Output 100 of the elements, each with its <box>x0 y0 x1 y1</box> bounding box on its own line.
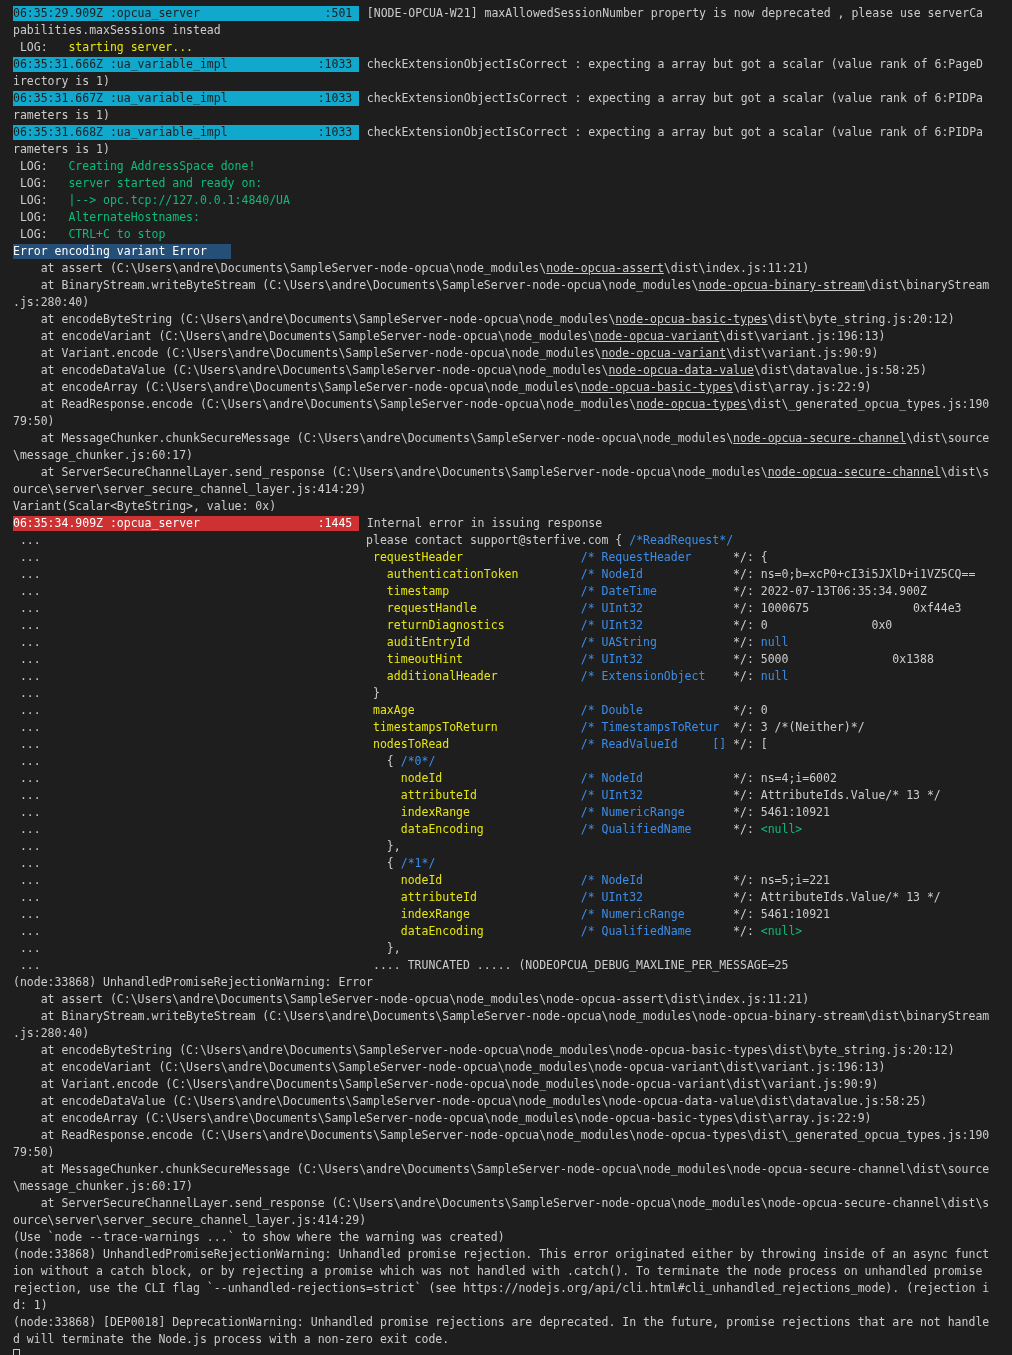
log-message: starting server... <box>68 39 193 56</box>
stack-trace-line: at MessageChunker.chunkSecureMessage (C:\Users\andre\Documents\SampleServer-node-opcua\node_modules\node-opcua-secure-channel\dist\source <box>39 430 990 447</box>
ellipsis-marker: ... <box>19 924 41 938</box>
field-name: attributeId <box>399 788 477 802</box>
module-link[interactable]: node-opcua-secure-channel <box>767 465 941 479</box>
terminal-line: Variant(Scalar<ByteString>, value: 0x) <box>13 498 277 515</box>
field-name: auditEntryId <box>385 635 470 649</box>
stack-trace-line: at encodeVariant (C:\Users\andre\Documents\SampleServer-node-opcua\node_modules\node-opcua-variant\dist\variant.js:196:13) <box>39 328 886 345</box>
field-name: timestamp <box>385 584 450 598</box>
module-link[interactable]: node-opcua-variant <box>594 329 720 343</box>
ellipsis-marker: ... <box>19 567 41 581</box>
terminal-line: irectory is 1) <box>13 73 110 90</box>
dump-text: }, <box>385 838 401 855</box>
module-link[interactable]: node-opcua-variant <box>601 346 727 360</box>
type-comment: /* UAString <box>580 635 657 649</box>
type-comment: /* UInt32 <box>580 788 644 802</box>
terminal-line: at encodeVariant (C:\Users\andre\Documents\SampleServer-node-opcua\node_modules\node-opcua-variant\dist\variant.js:196:13) <box>39 1059 886 1076</box>
type-comment: /* UInt32 <box>580 618 644 632</box>
field-name: requestHeader <box>372 550 464 564</box>
terminal-line: ource\server\server_secure_channel_layer.js:414:29) <box>13 481 367 498</box>
comment-close: */: <box>733 804 754 821</box>
ellipsis-marker: ... <box>19 839 41 853</box>
terminal-line: rameters is 1) <box>13 107 110 124</box>
field-value: <null> <box>760 923 803 940</box>
field-name: nodeId <box>399 771 443 785</box>
comment-close: */: <box>733 583 754 600</box>
ellipsis-marker: ... <box>19 890 41 904</box>
ellipsis-marker: ... <box>19 771 41 785</box>
text-cursor <box>13 1349 20 1355</box>
log-label: LOG: <box>19 176 48 190</box>
type-comment: /* NodeId <box>580 873 644 887</box>
stack-trace-line: at ReadResponse.encode (C:\Users\andre\Documents\SampleServer-node-opcua\node_modules\node-opcua-types\dist\_generated_opcua_types.js:190 <box>39 396 990 413</box>
terminal-line: at encodeArray (C:\Users\andre\Documents\SampleServer-node-opcua\node_modules\node-opcua-basic-types\dist\array.js:22:9) <box>39 1110 872 1127</box>
ellipsis-marker: ... <box>19 720 41 734</box>
field-value: 5461:10921 <box>760 804 830 821</box>
field-value: <null> <box>760 821 803 838</box>
type-comment: /* QualifiedName <box>580 924 692 938</box>
comment-close: */: <box>733 651 754 668</box>
field-name: requestHandle <box>385 601 477 615</box>
field-value: 1000675 0xf44e3 <box>760 600 962 617</box>
ellipsis-marker: ... <box>19 618 41 632</box>
module-link[interactable]: node-opcua-types <box>636 397 747 411</box>
dump-text: }, <box>385 940 401 957</box>
module-link[interactable]: node-opcua-binary-stream <box>698 278 865 292</box>
terminal-line: at BinaryStream.writeByteStream (C:\Users\andre\Documents\SampleServer-node-opcua\node_modules\node-opcua-binary-stream\dist\binaryStream <box>39 1008 990 1025</box>
type-comment: /* Double <box>580 703 644 717</box>
ellipsis-marker: ... <box>19 788 41 802</box>
dump-text: { <box>385 855 394 872</box>
type-comment: /* RequestHeader <box>580 550 692 564</box>
log-message: checkExtensionObjectIsCorrect : expecting a array but got a scalar (value rank of 6:PIDPa <box>366 90 983 107</box>
module-link[interactable]: node-opcua-secure-channel <box>733 431 907 445</box>
field-value: 0 0x0 <box>760 617 893 634</box>
line-number: :1033 <box>317 56 354 73</box>
comment-close: */: <box>733 566 754 583</box>
terminal-line: \message_chunker.js:60:17) <box>13 1178 193 1195</box>
terminal-line: (node:33868) UnhandledPromiseRejectionWarning: Error <box>13 974 374 991</box>
dump-text: please contact support@sterfive.com { <box>366 532 623 549</box>
log-label: LOG: <box>19 159 48 173</box>
field-name: maxAge <box>372 703 415 717</box>
ellipsis-marker: ... <box>19 533 41 547</box>
terminal-line: .js:280:40) <box>13 294 90 311</box>
type-comment: /* NodeId <box>580 771 644 785</box>
terminal-line: \message_chunker.js:60:17) <box>13 447 193 464</box>
field-name: nodeId <box>399 873 443 887</box>
terminal-line: at ServerSecureChannelLayer.send_response (C:\Users\andre\Documents\SampleServer-node-opcua\node_modules\node-opcua-secure-channel\dist\s <box>39 1195 990 1212</box>
terminal-line: ion without a catch block, or by rejecting a promise which was not handled with .catch(). To terminate the node process on unhandled promise <box>13 1263 983 1280</box>
module-link[interactable]: node-opcua-basic-types <box>580 380 734 394</box>
comment-close: */: <box>733 872 754 889</box>
line-number: :1033 <box>317 124 354 141</box>
field-value: { <box>760 549 768 566</box>
ellipsis-marker: ... <box>19 703 41 717</box>
comment-close: */: <box>733 634 754 651</box>
ellipsis-marker: ... <box>19 737 41 751</box>
ellipsis-marker: ... <box>19 958 41 972</box>
ellipsis-marker: ... <box>19 907 41 921</box>
terminal-line: 79:50) <box>13 1144 55 1161</box>
field-name: additionalHeader <box>385 669 498 683</box>
line-number: :1445 <box>317 515 354 532</box>
type-comment: /* NumericRange <box>580 907 685 921</box>
module-link[interactable]: node-opcua-basic-types <box>615 312 768 326</box>
stack-trace-line: at encodeDataValue (C:\Users\andre\Documents\SampleServer-node-opcua\node_modules\node-opcua-data-value\dist\datavalue.js:58:25) <box>39 362 927 379</box>
field-value: 5461:10921 <box>760 906 830 923</box>
comment-close: */: <box>733 923 754 940</box>
module-link[interactable]: node-opcua-assert <box>546 261 664 275</box>
log-source: 06:35:29.909Z :opcua_server <box>13 5 200 22</box>
terminal-line: d will terminate the Node.js process with a non-zero exit code. <box>13 1331 450 1348</box>
comment-close: */: <box>733 889 754 906</box>
terminal-line: at encodeDataValue (C:\Users\andre\Documents\SampleServer-node-opcua\node_modules\node-opcua-data-value\dist\datavalue.js:58:25) <box>39 1093 927 1110</box>
stack-trace-line: at Variant.encode (C:\Users\andre\Documents\SampleServer-node-opcua\node_modules\node-opcua-variant\dist\variant.js:90:9) <box>39 345 879 362</box>
comment-close: */: <box>733 702 754 719</box>
type-comment: /* UInt32 <box>580 890 644 904</box>
module-link[interactable]: node-opcua-data-value <box>608 363 754 377</box>
log-label: LOG: <box>19 193 48 207</box>
terminal-line: pabilities.maxSessions instead <box>13 22 221 39</box>
ellipsis-marker: ... <box>19 941 41 955</box>
field-value: AttributeIds.Value/* 13 */ <box>760 787 941 804</box>
field-name: returnDiagnostics <box>385 618 505 632</box>
comment-close: */: <box>733 719 754 736</box>
field-name: indexRange <box>399 805 470 819</box>
field-value: null <box>760 634 789 651</box>
